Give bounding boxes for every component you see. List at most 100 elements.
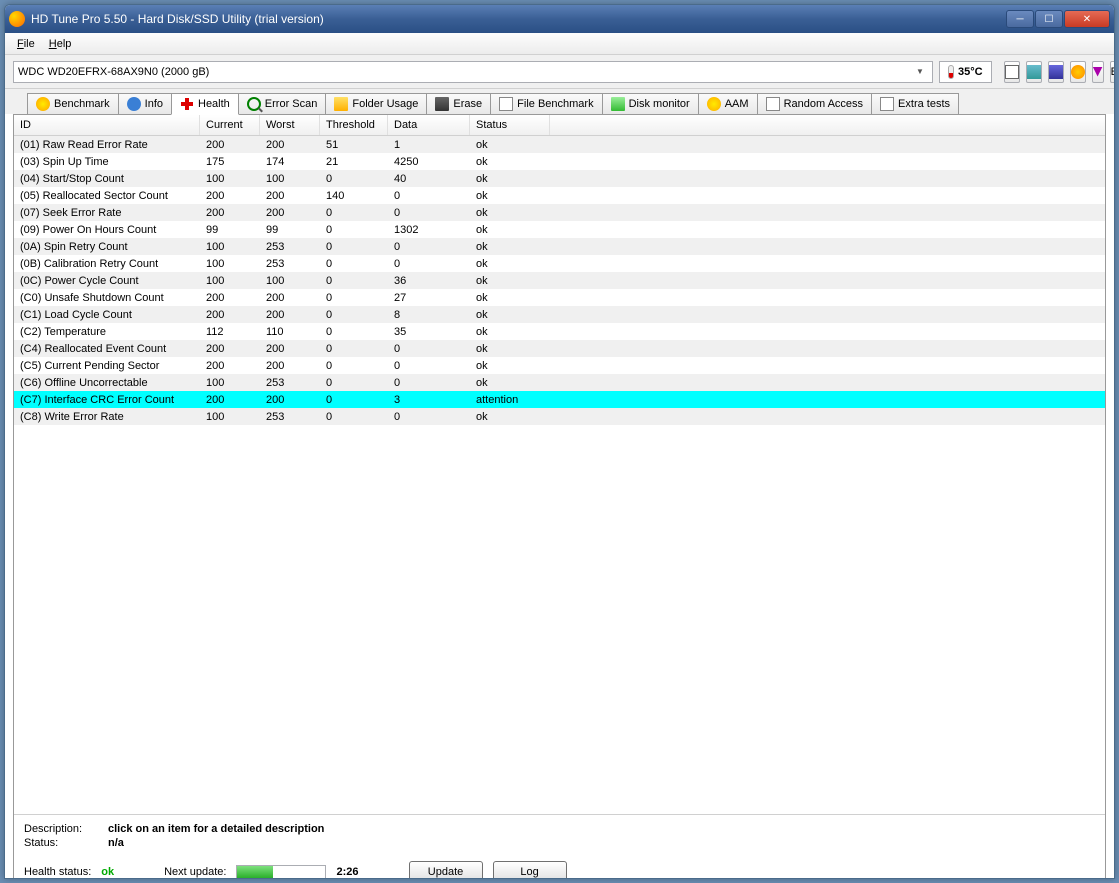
folder-icon xyxy=(334,97,348,111)
cell: 0 xyxy=(388,189,470,203)
random-icon xyxy=(766,97,780,111)
arrow-down-icon xyxy=(1093,67,1103,77)
description-label: Description: xyxy=(24,823,94,835)
cell: 200 xyxy=(260,393,320,407)
tab-erase[interactable]: Erase xyxy=(426,93,491,114)
cell: 200 xyxy=(200,206,260,220)
cell: 0 xyxy=(320,325,388,339)
table-row[interactable]: (C2) Temperature112110035ok xyxy=(14,323,1105,340)
table-row[interactable]: (C7) Interface CRC Error Count20020003at… xyxy=(14,391,1105,408)
table-row[interactable]: (C1) Load Cycle Count20020008ok xyxy=(14,306,1105,323)
tab-folder-usage[interactable]: Folder Usage xyxy=(325,93,427,114)
table-row[interactable]: (C8) Write Error Rate10025300ok xyxy=(14,408,1105,425)
cell: ok xyxy=(470,206,550,220)
cell: attention xyxy=(470,393,550,407)
col-threshold[interactable]: Threshold xyxy=(320,115,388,135)
col-id[interactable]: ID xyxy=(14,115,200,135)
col-current[interactable]: Current xyxy=(200,115,260,135)
close-button[interactable]: ✕ xyxy=(1064,10,1110,28)
camera-icon xyxy=(1049,65,1063,79)
cell: (C8) Write Error Rate xyxy=(14,410,200,424)
chevron-down-icon: ▼ xyxy=(912,67,928,76)
menu-help[interactable]: Help xyxy=(43,36,78,52)
cell: 0 xyxy=(388,206,470,220)
tab-info[interactable]: Info xyxy=(118,93,172,114)
copy-button[interactable] xyxy=(1004,61,1020,83)
cell: ok xyxy=(470,325,550,339)
magnifier-icon xyxy=(247,97,261,111)
cell: 0 xyxy=(320,308,388,322)
cell: (01) Raw Read Error Rate xyxy=(14,138,200,152)
health-status-label: Health status: xyxy=(24,866,91,878)
tab-disk-monitor[interactable]: Disk monitor xyxy=(602,93,699,114)
table-row[interactable]: (0B) Calibration Retry Count10025300ok xyxy=(14,255,1105,272)
description-value: click on an item for a detailed descript… xyxy=(108,823,324,835)
cell: (07) Seek Error Rate xyxy=(14,206,200,220)
minimize-button[interactable]: ─ xyxy=(1006,10,1034,28)
update-button[interactable]: Update xyxy=(409,861,483,879)
table-row[interactable]: (01) Raw Read Error Rate200200511ok xyxy=(14,136,1105,153)
tab-benchmark[interactable]: Benchmark xyxy=(27,93,119,114)
cell: ok xyxy=(470,342,550,356)
table-row[interactable]: (04) Start/Stop Count100100040ok xyxy=(14,170,1105,187)
log-button[interactable]: Log xyxy=(493,861,567,879)
window-title: HD Tune Pro 5.50 - Hard Disk/SSD Utility… xyxy=(31,12,1006,26)
cell: ok xyxy=(470,189,550,203)
table-body[interactable]: (01) Raw Read Error Rate200200511ok(03) … xyxy=(14,136,1105,814)
table-row[interactable]: (05) Reallocated Sector Count2002001400o… xyxy=(14,187,1105,204)
cell: 200 xyxy=(260,342,320,356)
col-status[interactable]: Status xyxy=(470,115,550,135)
table-row[interactable]: (09) Power On Hours Count999901302ok xyxy=(14,221,1105,238)
cell: 0 xyxy=(320,359,388,373)
cell: (03) Spin Up Time xyxy=(14,155,200,169)
cell: (C0) Unsafe Shutdown Count xyxy=(14,291,200,305)
exit-button[interactable]: Exit xyxy=(1110,61,1115,83)
table-row[interactable]: (0A) Spin Retry Count10025300ok xyxy=(14,238,1105,255)
app-icon xyxy=(9,11,25,27)
titlebar[interactable]: HD Tune Pro 5.50 - Hard Disk/SSD Utility… xyxy=(5,5,1114,33)
cell: 112 xyxy=(200,325,260,339)
copy-icon xyxy=(1005,65,1019,79)
cell: (C6) Offline Uncorrectable xyxy=(14,376,200,390)
tab-error-scan[interactable]: Error Scan xyxy=(238,93,327,114)
cell: 175 xyxy=(200,155,260,169)
table-row[interactable]: (C5) Current Pending Sector20020000ok xyxy=(14,357,1105,374)
cell: ok xyxy=(470,138,550,152)
tab-random-access[interactable]: Random Access xyxy=(757,93,872,114)
cell: 51 xyxy=(320,138,388,152)
cell: 1 xyxy=(388,138,470,152)
cell: 0 xyxy=(320,410,388,424)
cell: 0 xyxy=(320,393,388,407)
table-row[interactable]: (C0) Unsafe Shutdown Count200200027ok xyxy=(14,289,1105,306)
cell: 200 xyxy=(260,291,320,305)
col-worst[interactable]: Worst xyxy=(260,115,320,135)
tab-health[interactable]: Health xyxy=(171,93,239,115)
cell: 253 xyxy=(260,410,320,424)
cell: 35 xyxy=(388,325,470,339)
table-row[interactable]: (C4) Reallocated Event Count20020000ok xyxy=(14,340,1105,357)
maximize-button[interactable]: ☐ xyxy=(1035,10,1063,28)
cell: 100 xyxy=(260,274,320,288)
table-row[interactable]: (03) Spin Up Time175174214250ok xyxy=(14,153,1105,170)
cell: 1302 xyxy=(388,223,470,237)
next-update-timer: 2:26 xyxy=(336,866,358,878)
drive-select[interactable]: WDC WD20EFRX-68AX9N0 (2000 gB) ▼ xyxy=(13,61,933,83)
table-row[interactable]: (07) Seek Error Rate20020000ok xyxy=(14,204,1105,221)
tab-file-benchmark[interactable]: File Benchmark xyxy=(490,93,602,114)
minimize-tray-button[interactable] xyxy=(1092,61,1104,83)
options-button[interactable] xyxy=(1070,61,1086,83)
table-row[interactable]: (C6) Offline Uncorrectable10025300ok xyxy=(14,374,1105,391)
screenshot-button[interactable] xyxy=(1048,61,1064,83)
table-row[interactable]: (0C) Power Cycle Count100100036ok xyxy=(14,272,1105,289)
cell: ok xyxy=(470,359,550,373)
cell: 100 xyxy=(200,274,260,288)
info-icon xyxy=(127,97,141,111)
cell: 200 xyxy=(200,359,260,373)
menu-file[interactable]: File xyxy=(11,36,41,52)
save-button[interactable] xyxy=(1026,61,1042,83)
cell: 200 xyxy=(200,138,260,152)
tab-aam[interactable]: AAM xyxy=(698,93,758,114)
gear-icon xyxy=(1071,65,1085,79)
tab-extra-tests[interactable]: Extra tests xyxy=(871,93,959,114)
col-data[interactable]: Data xyxy=(388,115,470,135)
